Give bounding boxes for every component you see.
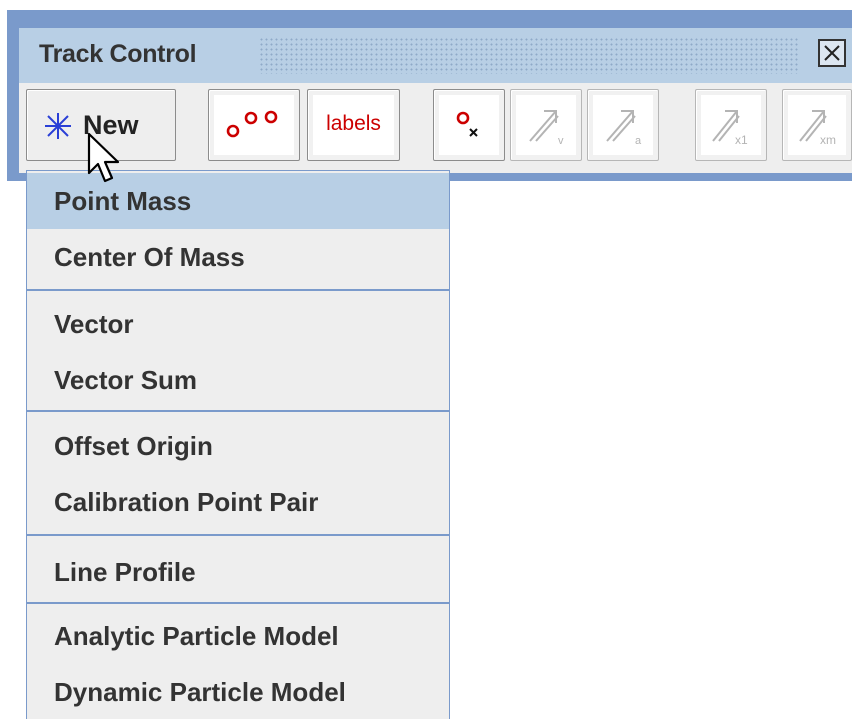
menu-item-center-of-mass[interactable]: Center Of Mass: [27, 229, 449, 285]
acceleration-vector-icon: a: [606, 110, 642, 147]
close-icon: [824, 45, 840, 61]
window-title: Track Control: [39, 40, 197, 68]
positions-button[interactable]: [208, 89, 300, 161]
force-x1-button[interactable]: x1: [695, 89, 767, 161]
velocity-subscript: v: [558, 135, 564, 147]
menu-item-vector[interactable]: Vector: [27, 296, 449, 352]
labels-button[interactable]: labels: [307, 89, 400, 161]
labels-button-label: labels: [326, 112, 381, 135]
menu-item-analytic-particle-model[interactable]: Analytic Particle Model: [27, 608, 449, 664]
vector-xm-icon: xm: [799, 110, 836, 147]
acceleration-button[interactable]: a: [587, 89, 659, 161]
xmass-button[interactable]: [433, 89, 505, 161]
toolbar: New labels v a x1 xm: [19, 83, 852, 173]
menu-item-calibration-point-pair[interactable]: Calibration Point Pair: [27, 474, 449, 530]
asterisk-icon: [45, 113, 71, 139]
x1-subscript: x1: [735, 133, 748, 147]
force-xm-button[interactable]: xm: [782, 89, 852, 161]
footprint-circles-icon: [226, 110, 278, 138]
velocity-button[interactable]: v: [510, 89, 582, 161]
menu-item-dynamic-particle-model[interactable]: Dynamic Particle Model: [27, 664, 449, 719]
menu-separator: [27, 602, 449, 604]
vector-x1-icon: x1: [712, 110, 748, 147]
mouse-cursor-icon: [87, 132, 120, 183]
title-bar[interactable]: Track Control: [19, 28, 852, 83]
marker-x-icon: [456, 111, 478, 137]
screen: Track Control New labels v a x1 xm Point…: [0, 0, 852, 719]
new-track-menu: Point Mass Center Of Mass Vector Vector …: [26, 170, 450, 719]
close-button[interactable]: [818, 39, 846, 67]
menu-separator: [27, 410, 449, 412]
menu-item-offset-origin[interactable]: Offset Origin: [27, 418, 449, 474]
menu-item-vector-sum[interactable]: Vector Sum: [27, 352, 449, 408]
menu-separator: [27, 534, 449, 536]
menu-separator: [27, 289, 449, 291]
velocity-vector-icon: v: [529, 110, 564, 147]
drag-grip[interactable]: [259, 37, 800, 74]
menu-item-line-profile[interactable]: Line Profile: [27, 544, 449, 600]
acceleration-subscript: a: [635, 135, 642, 147]
xm-subscript: xm: [820, 133, 836, 147]
